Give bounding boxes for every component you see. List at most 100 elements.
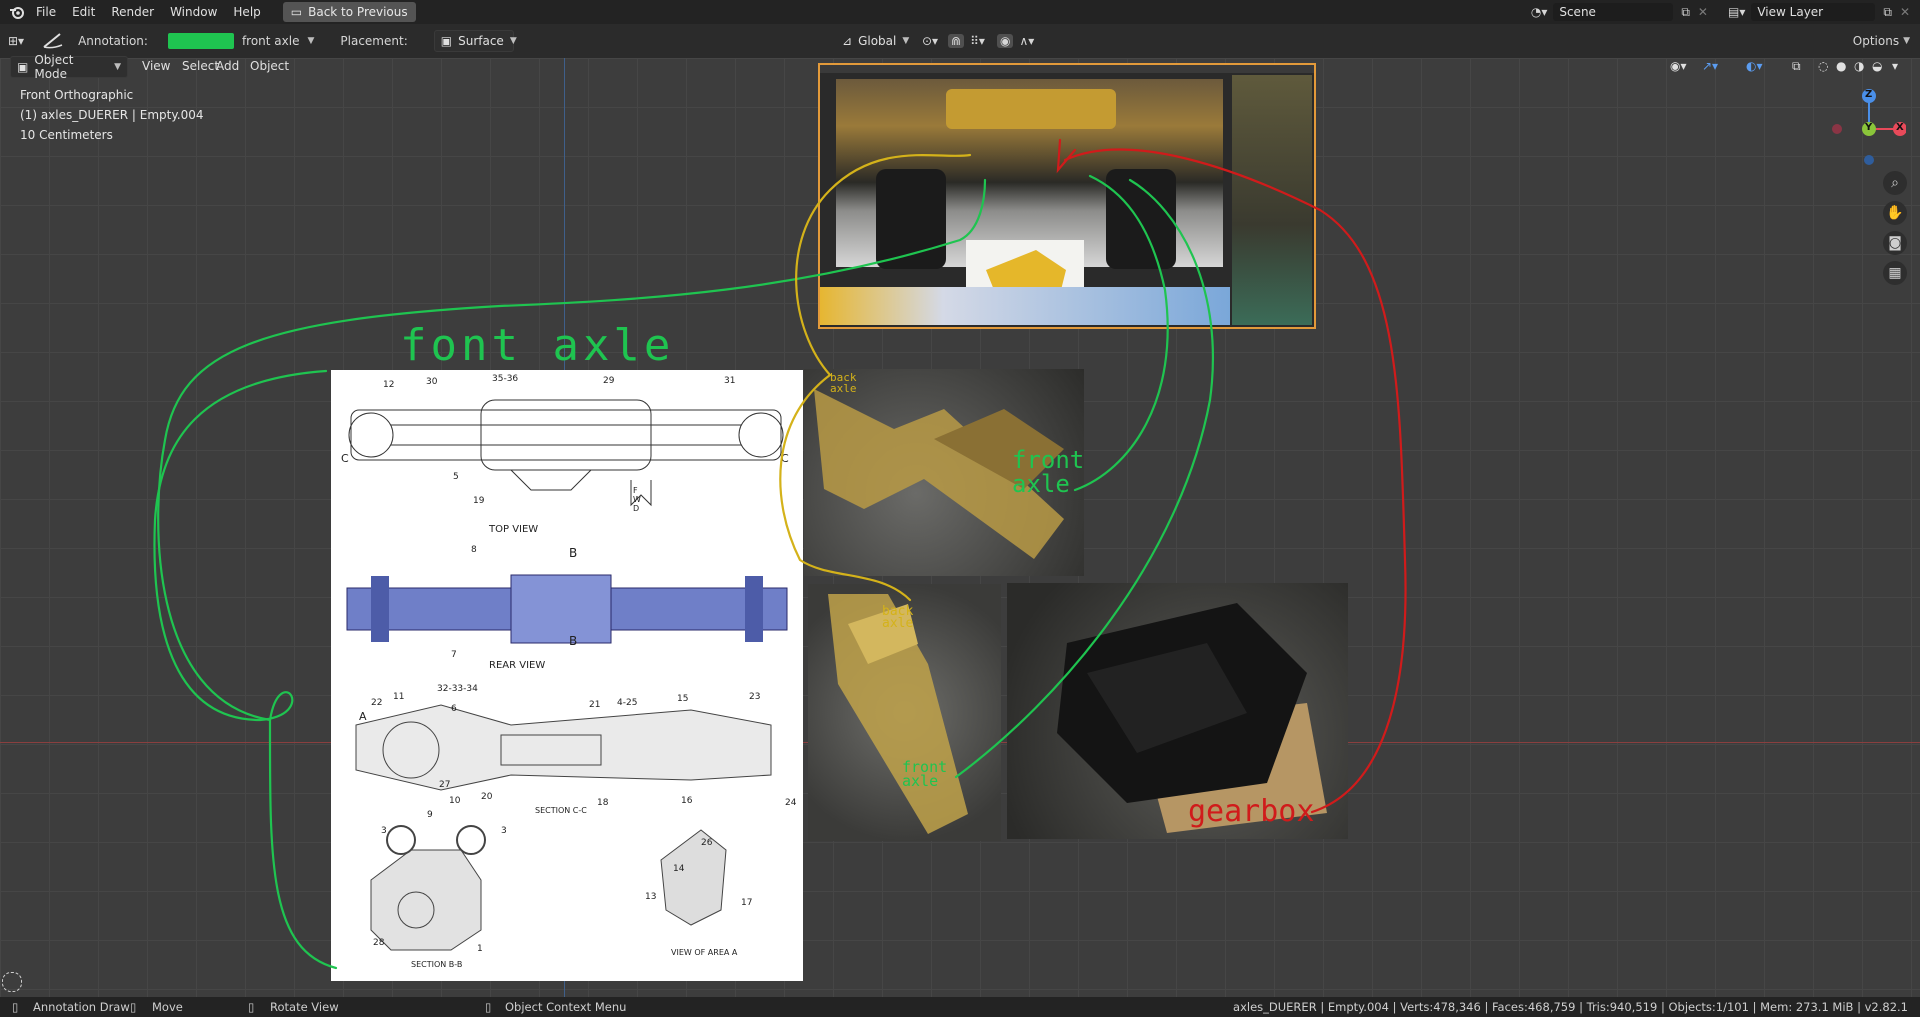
orientation-icon: ⊿ (842, 34, 853, 48)
screenshot-photo-excavator (836, 79, 1223, 269)
placement-dropdown[interactable]: ▣ Surface ▼ (433, 30, 517, 52)
delete-scene-icon[interactable]: ✕ (1698, 5, 1708, 19)
callout-label: 22 (371, 698, 383, 708)
menu-file[interactable]: File (28, 0, 64, 24)
view-area-caption: VIEW OF AREA A (671, 948, 738, 957)
view-layer-field[interactable]: View Layer (1751, 3, 1876, 21)
annotate-tool-icon[interactable] (42, 31, 64, 52)
annotation-back-axle-2: back axle (882, 604, 914, 631)
navigation-gizmo[interactable]: Z Y X (1826, 88, 1907, 168)
callout-label: 29 (603, 376, 615, 386)
blender-logo-icon[interactable] (6, 1, 28, 23)
callout-label: 15 (677, 694, 689, 704)
callout-label: 3 (501, 826, 507, 836)
menu-help[interactable]: Help (225, 0, 268, 24)
callout-label: 24 (785, 798, 797, 808)
callout-label: 13 (645, 892, 657, 902)
callout-label: 11 (393, 692, 405, 702)
add-menu[interactable]: Add (210, 56, 245, 76)
falloff-icon[interactable]: ∧▾ (1019, 34, 1034, 48)
status-move: Move (152, 1000, 183, 1014)
reference-image-screenshot[interactable] (818, 63, 1316, 329)
editor-type-icon[interactable]: ⊞▾ (8, 34, 24, 48)
3d-cursor-icon[interactable] (2, 972, 22, 992)
status-annotation-draw: Annotation Draw (33, 1000, 130, 1014)
callout-label: 27 (439, 780, 451, 790)
pivot-icon[interactable]: ⊙▾ (922, 34, 938, 48)
annotation-gearbox: gearbox (1188, 794, 1315, 829)
back-to-previous-label: Back to Previous (308, 5, 408, 19)
callout-label: 20 (481, 792, 493, 802)
overlay-toggle-icon[interactable]: ◐▾ (1740, 56, 1769, 76)
callout-label: 21 (589, 700, 601, 710)
callout-label: C (781, 452, 789, 465)
callout-label: 12 (383, 380, 395, 390)
gizmo-toggle-icon[interactable]: ↗▾ (1696, 56, 1724, 76)
callout-label: 7 (451, 650, 457, 660)
gizmo-x-label: X (1896, 122, 1904, 133)
chevron-down-icon: ▼ (902, 36, 910, 46)
callout-label: 32-33-34 (437, 684, 478, 694)
view-menu[interactable]: View (136, 56, 176, 76)
shading-options-icon[interactable]: ▾ (1886, 56, 1904, 76)
mouse-right-icon: ▯ (248, 1000, 255, 1014)
callout-label: B (569, 634, 578, 648)
view-layer-icon[interactable]: ▤▾ (1728, 5, 1745, 19)
callout-label: 1 (477, 944, 483, 954)
section-cc-caption: SECTION C-C (535, 806, 587, 815)
placement-label: Placement: (340, 34, 408, 48)
status-rotate-view: Rotate View (270, 1000, 339, 1014)
menu-render[interactable]: Render (103, 0, 162, 24)
object-menu[interactable]: Object (244, 56, 295, 76)
zoom-icon[interactable]: ⌕ (1883, 171, 1907, 195)
visibility-icon[interactable]: ◉▾ (1664, 56, 1693, 76)
object-mode-icon: ▣ (17, 60, 29, 74)
back-to-previous-button[interactable]: ▭ Back to Previous (282, 2, 416, 22)
placement-value: Surface (458, 34, 504, 48)
xray-toggle-icon[interactable]: ⧉ (1786, 56, 1807, 76)
grid-toggle-icon[interactable]: ▦ (1883, 261, 1907, 285)
tool-row: ⊞▾ Annotation: front axle ▼ Placement: ▣… (8, 30, 517, 52)
annotation-back-axle: back axle (830, 371, 857, 395)
status-context-menu: Object Context Menu (505, 1000, 627, 1014)
annotation-front-axle-small-2: front axle (902, 758, 948, 790)
rear-view-caption: REAR VIEW (489, 660, 546, 671)
annotation-front-axle-small: front axle (1012, 446, 1085, 498)
surface-icon: ▣ (440, 34, 453, 48)
screen-icon: ▭ (290, 5, 303, 19)
annotation-layer-dropdown[interactable]: front axle ▼ (242, 34, 314, 48)
camera-icon[interactable]: ◙ (1883, 231, 1907, 255)
chevron-down-icon: ▼ (114, 62, 121, 72)
callout-label: 19 (473, 496, 485, 506)
screenshot-side-panel (1232, 75, 1312, 325)
callout-label: 10 (449, 796, 461, 806)
callout-label: 17 (741, 898, 753, 908)
scene-field[interactable]: Scene (1553, 3, 1674, 21)
annotation-color-swatch[interactable] (167, 33, 234, 49)
scene-selector-group: ◔▾ Scene ⧉ ✕ ▤▾ View Layer ⧉ ✕ (1531, 0, 1920, 24)
callout-label: 26 (701, 838, 713, 848)
menu-window[interactable]: Window (162, 0, 225, 24)
new-scene-icon[interactable]: ⧉ (1681, 5, 1690, 20)
delete-view-layer-icon[interactable]: ✕ (1900, 5, 1910, 19)
object-mode-dropdown[interactable]: ▣ Object Mode ▼ (10, 53, 128, 81)
snap-element-icon[interactable]: ⠿▾ (970, 34, 985, 48)
section-bb-caption: SECTION B-B (411, 960, 463, 969)
annotation-front-axle-title: font axle (400, 320, 675, 371)
status-stats: axles_DUERER | Empty.004 | Verts:478,346… (1233, 1000, 1908, 1014)
menu-edit[interactable]: Edit (64, 0, 103, 24)
callout-label: C (341, 452, 349, 465)
gizmo-y-label: Y (1865, 122, 1873, 133)
scene-icon[interactable]: ◔▾ (1531, 5, 1548, 19)
pan-hand-icon[interactable]: ✋ (1883, 201, 1907, 225)
snap-toggle-icon[interactable]: ⋒ (948, 34, 965, 48)
transform-orientation-dropdown[interactable]: ⊿ Global ▼ (836, 31, 910, 51)
fwd-label: FWD (633, 486, 641, 513)
proportional-edit-icon[interactable]: ◉ (996, 34, 1014, 48)
callout-label: 9 (427, 810, 433, 820)
options-dropdown[interactable]: Options (1853, 34, 1899, 48)
reference-image-axle-drawing[interactable]: TOP VIEW REAR VIEW SECTION C-C SECTION B… (331, 370, 803, 981)
new-view-layer-icon[interactable]: ⧉ (1883, 5, 1892, 20)
grid-scale-label: 10 Centimeters (20, 128, 113, 142)
object-info-label: (1) axles_DUERER | Empty.004 (20, 108, 204, 122)
